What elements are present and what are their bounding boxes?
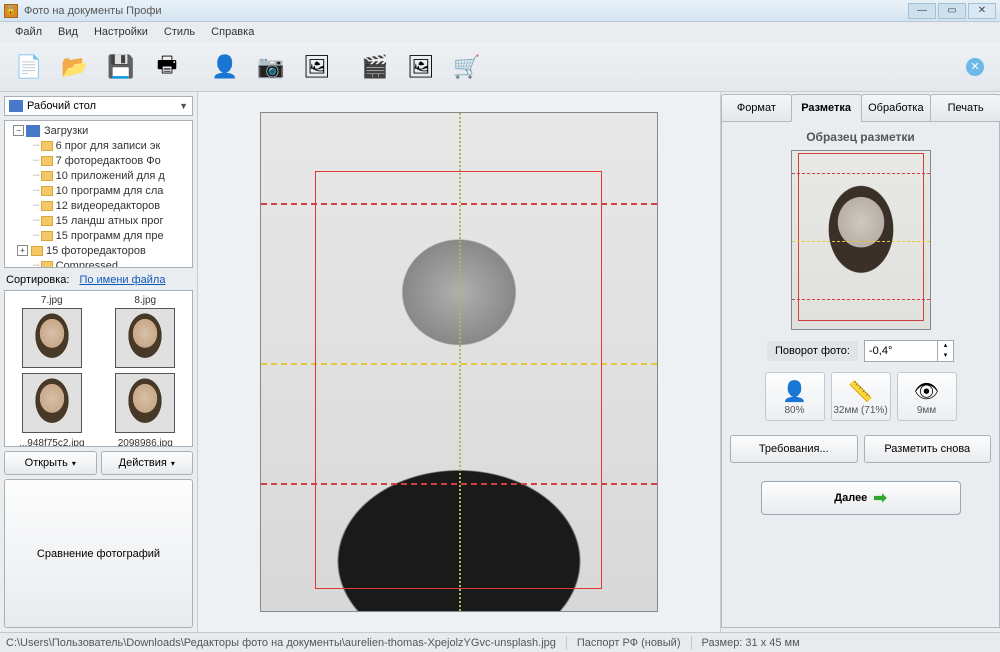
- chevron-down-icon: ▼: [179, 101, 188, 111]
- folder-icon: [41, 186, 53, 196]
- ruler-icon: 📏: [832, 377, 890, 405]
- photo-viewport[interactable]: ↕ ↕ ↕ ↕ ↕ ↕ ↔ ↔: [198, 92, 720, 632]
- right-panel: Формат Разметка Обработка Печать Образец…: [720, 92, 1000, 632]
- eye-icon: 👁: [898, 377, 956, 405]
- tree-item[interactable]: +15 фоторедакторов: [5, 243, 192, 258]
- app-icon: [4, 4, 18, 18]
- photo-canvas[interactable]: ↕ ↕ ↕ ↕ ↕ ↕ ↔ ↔: [260, 112, 658, 612]
- sample-title: Образец разметки: [730, 130, 991, 144]
- tb-camera-icon[interactable]: 📷: [250, 46, 292, 88]
- spinner-up-icon[interactable]: ▴: [937, 341, 953, 351]
- person-icon: 👤: [766, 377, 824, 405]
- drive-icon: [9, 100, 23, 112]
- crop-box[interactable]: [315, 171, 602, 589]
- actions-button[interactable]: Действия▾: [101, 451, 194, 475]
- collapse-icon[interactable]: −: [13, 125, 24, 136]
- menu-settings[interactable]: Настройки: [87, 24, 155, 40]
- tree-item[interactable]: ┄7 фоторедактоов Фо: [5, 153, 192, 168]
- next-button[interactable]: Далее ➡: [761, 481, 961, 515]
- folder-icon: [31, 246, 43, 256]
- tb-cart-icon[interactable]: 🛒: [446, 46, 488, 88]
- tb-new-icon[interactable]: 📄: [8, 46, 50, 88]
- tree-item[interactable]: ┄10 приложений для д: [5, 168, 192, 183]
- menu-view[interactable]: Вид: [51, 24, 85, 40]
- maximize-button[interactable]: ▭: [938, 3, 966, 19]
- status-format: Паспорт РФ (новый): [577, 637, 681, 649]
- toolbar: 📄 📂 💾 🖶 👤 📷 🖼 🎬 🖼 🛒 ✕: [0, 42, 1000, 92]
- tree-item[interactable]: ┄12 видеоредакторов: [5, 198, 192, 213]
- folder-icon: [41, 156, 53, 166]
- tree-item[interactable]: ┄15 программ для пре: [5, 228, 192, 243]
- drive-combo[interactable]: Рабочий стол ▼: [4, 96, 193, 116]
- sample-preview: [791, 150, 931, 330]
- tab-processing[interactable]: Обработка: [861, 94, 932, 122]
- left-panel: Рабочий стол ▼ − Загрузки ┄6 прог для за…: [0, 92, 198, 632]
- metric-eyes[interactable]: 👁9мм: [897, 372, 957, 421]
- folder-icon: [41, 201, 53, 211]
- drive-label: Рабочий стол: [27, 100, 96, 112]
- statusbar: C:\Users\Пользователь\Downloads\Редактор…: [0, 632, 1000, 652]
- metric-face[interactable]: 👤80%: [765, 372, 825, 421]
- tb-close-x-icon[interactable]: ✕: [966, 58, 984, 76]
- tree-item[interactable]: ┄6 прог для записи эк: [5, 138, 192, 153]
- menu-help[interactable]: Справка: [204, 24, 261, 40]
- arrow-icon: [26, 125, 40, 137]
- menu-file[interactable]: Файл: [8, 24, 49, 40]
- tb-print-icon[interactable]: 🖶: [146, 46, 188, 88]
- status-path: C:\Users\Пользователь\Downloads\Редактор…: [6, 637, 556, 649]
- tb-save-icon[interactable]: 💾: [100, 46, 142, 88]
- tb-export-icon[interactable]: 🖼: [400, 46, 442, 88]
- tree-root[interactable]: − Загрузки: [5, 123, 192, 138]
- expand-icon[interactable]: +: [17, 245, 28, 256]
- folder-icon: [41, 261, 53, 269]
- sort-label: Сортировка:: [6, 274, 69, 286]
- tb-image-icon[interactable]: 🖼: [296, 46, 338, 88]
- open-button[interactable]: Открыть▾: [4, 451, 97, 475]
- file-tree[interactable]: − Загрузки ┄6 прог для записи эк ┄7 фото…: [4, 120, 193, 268]
- folder-icon: [41, 231, 53, 241]
- tab-bar: Формат Разметка Обработка Печать: [721, 94, 1000, 122]
- status-size: Размер: 31 x 45 мм: [702, 637, 800, 649]
- folder-icon: [41, 216, 53, 226]
- thumb-item[interactable]: ...948f75c2.jpg: [7, 373, 97, 447]
- thumb-item[interactable]: 8.jpg: [101, 295, 191, 371]
- sort-link[interactable]: По имени файла: [79, 274, 165, 286]
- thumb-item[interactable]: 7.jpg: [7, 295, 97, 371]
- tab-markup[interactable]: Разметка: [791, 94, 862, 122]
- requirements-button[interactable]: Требования...: [730, 435, 858, 463]
- folder-icon: [41, 141, 53, 151]
- tab-format[interactable]: Формат: [721, 94, 792, 122]
- tb-open-icon[interactable]: 📂: [54, 46, 96, 88]
- tab-print[interactable]: Печать: [930, 94, 1000, 122]
- tree-item[interactable]: ┄10 программ для сла: [5, 183, 192, 198]
- rotate-spinner[interactable]: ▴ ▾: [864, 340, 954, 362]
- remark-button[interactable]: Разметить снова: [864, 435, 992, 463]
- rotate-input[interactable]: [865, 345, 925, 357]
- tb-person-icon[interactable]: 👤: [204, 46, 246, 88]
- thumb-item[interactable]: 2098986.jpg: [101, 373, 191, 447]
- chevron-down-icon: ▾: [171, 459, 175, 468]
- window-title: Фото на документы Профи: [24, 5, 908, 17]
- chevron-down-icon: ▾: [72, 459, 76, 468]
- compare-button[interactable]: Сравнение фотографий: [4, 479, 193, 628]
- spinner-down-icon[interactable]: ▾: [937, 351, 953, 361]
- tb-video-icon[interactable]: 🎬: [354, 46, 396, 88]
- arrow-right-icon: ➡: [873, 488, 886, 508]
- rotate-label: Поворот фото:: [767, 341, 858, 361]
- minimize-button[interactable]: —: [908, 3, 936, 19]
- menu-style[interactable]: Стиль: [157, 24, 202, 40]
- folder-icon: [41, 171, 53, 181]
- tree-item[interactable]: ┄Compressed: [5, 258, 192, 268]
- close-button[interactable]: ✕: [968, 3, 996, 19]
- menubar: Файл Вид Настройки Стиль Справка: [0, 22, 1000, 42]
- thumbnails: 7.jpg 8.jpg ...948f75c2.jpg 2098986.jpg …: [4, 290, 193, 447]
- titlebar: Фото на документы Профи — ▭ ✕: [0, 0, 1000, 22]
- metric-head-height[interactable]: 📏32мм (71%): [831, 372, 891, 421]
- tree-item[interactable]: ┄15 ландш атных прог: [5, 213, 192, 228]
